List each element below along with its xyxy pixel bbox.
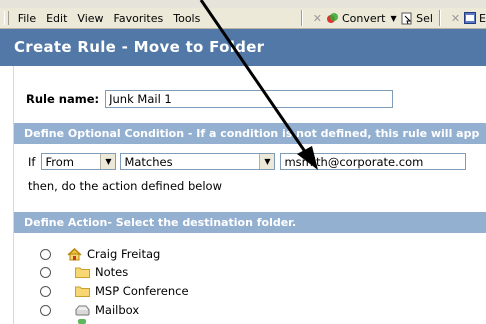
browser-chrome-strip [0,0,486,8]
convert-icon [326,12,339,25]
e-label: E [479,11,486,25]
folder-radio[interactable] [40,304,51,316]
close-toolbar-icon[interactable]: ✕ [313,12,322,25]
folder-row-notes[interactable]: Notes [40,265,128,279]
e-button[interactable]: E [464,12,486,25]
folder-row-craig-freitag[interactable]: Craig Freitag [40,247,160,261]
page-title: Create Rule - Move to Folder [14,38,265,56]
menu-view[interactable]: View [74,12,110,25]
operator-select-value: Matches [124,154,173,169]
folder-label: Craig Freitag [87,247,161,261]
convert-label: Convert [342,11,386,25]
condition-section-heading: Define Optional Condition - If a conditi… [14,123,486,144]
folder-icon [75,285,90,298]
convert-button[interactable]: Convert ▼ [326,12,397,25]
menu-tools[interactable]: Tools [170,12,207,25]
menu-favorites[interactable]: Favorites [111,12,171,25]
select-icon [401,12,413,25]
window-icon [464,12,477,24]
close-toolbar-icon[interactable]: ✕ [451,12,460,25]
rule-form-panel: Rule name: Define Optional Condition - I… [13,66,486,324]
browser-menu-bar: File Edit View Favorites Tools ✕ Convert… [0,8,486,29]
folder-icon [75,266,90,279]
folder-label: MSP Conference [95,284,189,298]
page-header: Create Rule - Move to Folder [0,29,486,66]
condition-row: If From ▼ Matches ▼ [28,153,467,170]
chevron-down-icon[interactable]: ▼ [100,154,116,169]
folder-label: Notes [95,265,129,279]
rule-name-label: Rule name: [26,92,100,106]
condition-value-input[interactable] [280,153,467,170]
rule-name-row: Rule name: [26,90,394,108]
mailbox-icon [75,304,90,317]
chevron-down-icon[interactable]: ▼ [259,154,275,169]
folder-radio[interactable] [40,266,51,278]
cut-off-toolbar-text [130,0,133,8]
folder-row-mailbox[interactable]: Mailbox [40,303,139,317]
toolbar-grip[interactable] [4,11,9,25]
chevron-down-icon: ▼ [390,13,397,23]
toolbar-separator [300,10,303,26]
menu-file[interactable]: File [15,12,43,25]
if-label: If [28,154,36,169]
folder-row-msp-conference[interactable]: MSP Conference [40,284,189,298]
field-select[interactable]: From ▼ [41,153,117,170]
folder-radio[interactable] [40,248,51,260]
home-icon [67,247,82,261]
partial-folder-icon [78,319,86,324]
folder-label: Mailbox [95,303,140,317]
field-select-value: From [45,154,74,169]
select-button[interactable]: Sel [401,12,433,25]
folder-radio[interactable] [40,285,51,297]
then-instruction-text: then, do the action defined below [28,179,222,193]
toolbar-separator [438,10,441,26]
select-label: Sel [416,11,433,25]
menu-edit[interactable]: Edit [43,12,74,25]
rule-name-input[interactable] [105,90,394,108]
action-section-heading: Define Action- Select the destination fo… [14,212,486,233]
operator-select[interactable]: Matches ▼ [120,153,276,170]
